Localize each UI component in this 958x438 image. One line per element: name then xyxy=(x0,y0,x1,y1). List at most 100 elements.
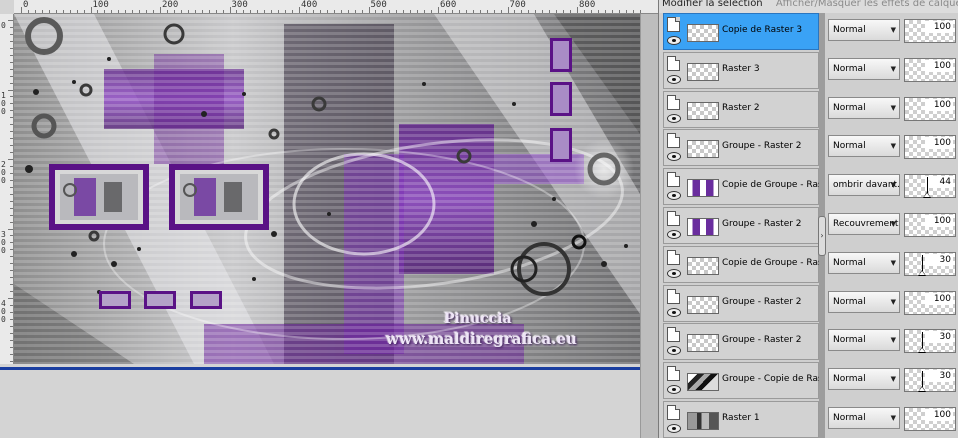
blend-mode-select[interactable]: Normal ▼ xyxy=(828,96,900,119)
blend-mode-select[interactable]: Normal ▼ xyxy=(828,407,900,429)
eye-icon[interactable] xyxy=(667,268,681,278)
opacity-control[interactable]: 30 xyxy=(904,251,956,276)
ruler-label: 800 xyxy=(579,0,596,10)
layer-name-cell[interactable]: Groupe - Copie de Raster 1 xyxy=(663,362,820,400)
eye-icon[interactable] xyxy=(667,230,681,239)
toggle-layer-effects-label[interactable]: Afficher/Masquer les effets de calque xyxy=(776,0,958,9)
opacity-control[interactable]: 30 xyxy=(904,329,956,354)
opacity-control[interactable]: 100 xyxy=(904,96,956,121)
artwork-canvas[interactable]: Pinuccia www.maldiregrafica.eu xyxy=(14,14,640,364)
opacity-slider-marker[interactable] xyxy=(917,269,926,276)
layer-name-cell[interactable]: Copie de Raster 3 xyxy=(663,13,819,50)
opacity-control[interactable]: 100 xyxy=(904,57,956,82)
layer-name: Raster 2 xyxy=(722,102,760,113)
ruler-tick xyxy=(299,7,300,13)
opacity-slider-marker[interactable] xyxy=(923,192,932,199)
layer-name-cell[interactable]: Raster 3 xyxy=(663,51,819,89)
ruler-label: 600 xyxy=(440,0,457,10)
modify-selection-label[interactable]: Modifier la sélection xyxy=(662,0,763,9)
eye-icon[interactable] xyxy=(667,191,681,201)
blend-mode-select[interactable]: ombrir davant... ▼ xyxy=(828,174,900,197)
opacity-control[interactable]: 100 xyxy=(904,135,956,160)
opacity-slider-marker[interactable] xyxy=(917,386,926,393)
artwork-graphic xyxy=(14,14,640,364)
layer-row[interactable]: Groupe - Raster 2 Normal ▼ 100 xyxy=(661,129,957,168)
opacity-control[interactable]: 30 xyxy=(904,368,956,393)
eye-icon[interactable] xyxy=(667,74,681,84)
opacity-control[interactable]: 100 xyxy=(904,407,956,431)
opacity-value[interactable]: 100 xyxy=(925,292,953,305)
layer-name-cell[interactable]: Copie de Groupe - Raster 2 xyxy=(663,245,820,283)
ruler-tick xyxy=(90,7,92,13)
layer-name-cell[interactable]: Groupe - Raster 2 xyxy=(663,207,819,244)
layer-row[interactable]: Raster 1 Normal ▼ 100 xyxy=(661,401,957,438)
blend-mode-select[interactable]: Recouvrement ▼ xyxy=(828,213,900,235)
blend-mode-value: Normal xyxy=(833,413,866,423)
eye-icon[interactable] xyxy=(667,36,681,45)
layer-name: Groupe - Raster 2 xyxy=(722,296,802,307)
opacity-value[interactable]: 30 xyxy=(925,331,953,344)
layer-name-cell[interactable]: Groupe - Raster 2 xyxy=(663,323,819,361)
blend-mode-select[interactable]: Normal ▼ xyxy=(828,19,900,41)
layer-row[interactable]: Groupe - Raster 2 Normal ▼ 30 xyxy=(661,323,957,362)
opacity-value[interactable]: 30 xyxy=(925,253,953,266)
layer-name-cell[interactable]: Raster 2 xyxy=(663,90,819,128)
opacity-control[interactable]: 44 xyxy=(904,174,956,199)
layer-thumbnail xyxy=(687,412,719,430)
layer-type-icon xyxy=(667,249,680,265)
frame-left-1 xyxy=(49,164,149,230)
layer-name-cell[interactable]: Groupe - Raster 2 xyxy=(663,284,819,322)
layer-name-cell[interactable]: Copie de Groupe - Raster 2 xyxy=(663,168,820,206)
layer-name-cell[interactable]: Raster 1 xyxy=(663,401,819,438)
blend-mode-select[interactable]: Normal ▼ xyxy=(828,329,900,352)
eye-icon[interactable] xyxy=(667,424,681,433)
canvas-area: 0 100 200 300 400 500 600 700 800 0 1 0 0 2 0 0 3 0… xyxy=(0,0,658,438)
ruler-label: 100 xyxy=(92,0,109,10)
canvas-vertical-scrollbar[interactable] xyxy=(640,14,658,438)
opacity-slider-marker[interactable] xyxy=(917,347,926,354)
eye-icon[interactable] xyxy=(667,152,681,162)
blend-mode-select[interactable]: Normal ▼ xyxy=(828,135,900,158)
layer-row[interactable]: Copie de Groupe - Raster 2 Normal ▼ 30 xyxy=(661,245,957,285)
ruler-label: 0 xyxy=(23,0,29,10)
blend-mode-select[interactable]: Normal ▼ xyxy=(828,57,900,80)
layer-thumbnail xyxy=(687,101,719,120)
layer-thumbnail xyxy=(687,295,719,314)
layer-row[interactable]: Groupe - Raster 2 Normal ▼ 100 xyxy=(661,284,957,324)
blend-mode-value: Normal xyxy=(833,257,866,268)
opacity-value[interactable]: 100 xyxy=(925,59,953,72)
splitter-handle[interactable]: › xyxy=(818,216,826,256)
opacity-value[interactable]: 44 xyxy=(925,176,953,189)
layer-name: Raster 3 xyxy=(722,63,760,74)
opacity-value[interactable]: 30 xyxy=(925,370,953,383)
layer-type-icon xyxy=(667,172,680,188)
opacity-control[interactable]: 100 xyxy=(904,19,956,43)
eye-icon[interactable] xyxy=(667,346,681,356)
layer-row[interactable]: Raster 2 Normal ▼ 100 xyxy=(661,90,957,130)
blend-mode-select[interactable]: Normal ▼ xyxy=(828,290,900,313)
layer-row[interactable]: Groupe - Raster 2 Recouvrement ▼ 100 xyxy=(661,207,957,246)
layer-row[interactable]: Groupe - Copie de Raster 1 Normal ▼ 30 xyxy=(661,362,957,401)
opacity-value[interactable]: 100 xyxy=(925,409,953,421)
layer-name: Groupe - Raster 2 xyxy=(722,219,802,229)
blend-mode-select[interactable]: Normal ▼ xyxy=(828,251,900,274)
opacity-control[interactable]: 100 xyxy=(904,290,956,315)
eye-icon[interactable] xyxy=(667,385,681,395)
opacity-value[interactable]: 100 xyxy=(925,137,953,150)
layer-row[interactable]: Copie de Raster 3 Normal ▼ 100 xyxy=(661,13,957,52)
layer-thumbnail xyxy=(687,179,719,198)
palette-header: Modifier la sélection Afficher/Masquer l… xyxy=(659,0,958,13)
blend-mode-select[interactable]: Normal ▼ xyxy=(828,368,900,391)
layer-name-cell[interactable]: Groupe - Raster 2 xyxy=(663,129,819,167)
opacity-value[interactable]: 100 xyxy=(925,215,953,227)
dropdown-arrow-icon: ▼ xyxy=(890,414,896,422)
eye-icon[interactable] xyxy=(667,307,681,317)
layer-row[interactable]: Copie de Groupe - Raster 2 ombrir davant… xyxy=(661,168,957,207)
opacity-slider-line xyxy=(921,371,923,388)
opacity-control[interactable]: 100 xyxy=(904,213,956,237)
layer-row[interactable]: Raster 3 Normal ▼ 100 xyxy=(661,51,957,91)
eye-icon[interactable] xyxy=(667,113,681,123)
opacity-value[interactable]: 100 xyxy=(925,21,953,33)
opacity-value[interactable]: 100 xyxy=(925,98,953,111)
layer-name: Copie de Groupe - Raster 2 xyxy=(722,257,820,268)
